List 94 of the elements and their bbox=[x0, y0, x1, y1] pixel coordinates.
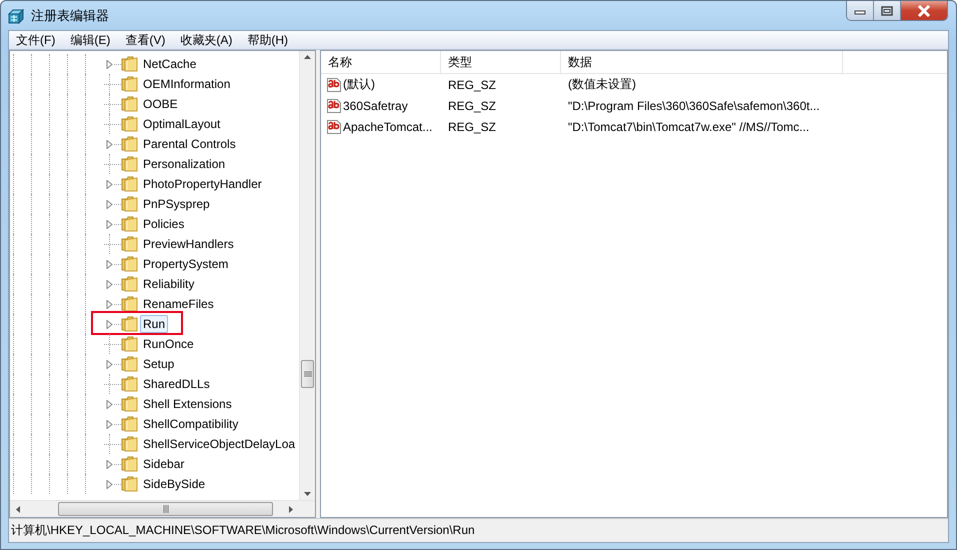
window-title: 注册表编辑器 bbox=[31, 6, 109, 24]
string-value-icon bbox=[326, 98, 342, 114]
maximize-button[interactable] bbox=[874, 1, 901, 20]
scroll-left-icon[interactable] bbox=[15, 504, 21, 514]
value-data: "D:\Tomcat7\bin\Tomcat7w.exe" //MS//Tomc... bbox=[567, 120, 810, 134]
vertical-scrollbar[interactable] bbox=[299, 51, 315, 500]
folder-icon bbox=[121, 336, 138, 352]
folder-icon bbox=[121, 116, 138, 132]
folder-icon bbox=[121, 256, 138, 272]
menu-item[interactable]: 收藏夹(A) bbox=[180, 32, 232, 48]
folder-icon bbox=[121, 456, 138, 472]
expand-arrow-icon[interactable] bbox=[106, 60, 113, 68]
folder-icon bbox=[121, 136, 138, 152]
tree-item[interactable]: RenameFiles bbox=[140, 295, 217, 313]
tree-item[interactable]: NetCache bbox=[140, 55, 200, 73]
tree-item[interactable]: SharedDLLs bbox=[140, 375, 213, 393]
folder-icon bbox=[121, 376, 138, 392]
expand-arrow-icon[interactable] bbox=[106, 280, 113, 288]
tree-item[interactable]: Setup bbox=[140, 355, 178, 373]
expand-arrow-icon[interactable] bbox=[106, 200, 113, 208]
scroll-right-icon[interactable] bbox=[288, 504, 294, 514]
value-data: (数值未设置) bbox=[567, 76, 636, 93]
folder-icon bbox=[121, 196, 138, 212]
scroll-down-icon[interactable] bbox=[303, 491, 312, 497]
string-value-icon bbox=[326, 118, 342, 134]
status-bar: 计算机\HKEY_LOCAL_MACHINE\SOFTWARE\Microsoft\Windows\CurrentVersion\Run bbox=[9, 518, 948, 542]
folder-icon bbox=[121, 176, 138, 192]
folder-icon bbox=[121, 56, 138, 72]
maximize-icon bbox=[881, 6, 893, 16]
expand-arrow-icon[interactable] bbox=[106, 300, 113, 308]
horizontal-scrollbar[interactable] bbox=[10, 500, 315, 517]
expand-arrow-icon[interactable] bbox=[106, 320, 113, 328]
close-button[interactable] bbox=[901, 1, 947, 20]
folder-icon bbox=[121, 476, 138, 492]
tree-item[interactable]: Parental Controls bbox=[140, 135, 239, 153]
expand-arrow-icon[interactable] bbox=[106, 360, 113, 368]
value-name[interactable]: 360Safetray bbox=[343, 98, 408, 112]
tree-item[interactable]: ShellServiceObjectDelayLoa bbox=[140, 435, 298, 453]
folder-icon bbox=[121, 356, 138, 372]
value-type: REG_SZ bbox=[447, 78, 498, 92]
tree-item[interactable]: Sidebar bbox=[140, 455, 188, 473]
folder-icon bbox=[121, 276, 138, 292]
minimize-button[interactable] bbox=[847, 1, 874, 20]
tree-item[interactable]: OptimalLayout bbox=[140, 115, 224, 133]
grip-icon[interactable] bbox=[304, 370, 312, 378]
tree-item[interactable]: Personalization bbox=[140, 155, 228, 173]
menu-item[interactable]: 帮助(H) bbox=[247, 32, 288, 48]
menu-item[interactable]: 查看(V) bbox=[125, 32, 166, 48]
tree-item[interactable]: Run bbox=[140, 315, 168, 333]
expand-arrow-icon[interactable] bbox=[106, 420, 113, 428]
expand-arrow-icon[interactable] bbox=[106, 460, 113, 468]
tree-item[interactable]: ShellCompatibility bbox=[140, 415, 242, 433]
scroll-up-icon[interactable] bbox=[303, 54, 312, 60]
expand-arrow-icon[interactable] bbox=[106, 220, 113, 228]
registry-icon bbox=[7, 6, 25, 24]
folder-icon bbox=[121, 436, 138, 452]
column-header[interactable]: 类型 bbox=[441, 51, 561, 73]
close-icon bbox=[917, 4, 931, 16]
folder-icon bbox=[121, 156, 138, 172]
menu-item[interactable]: 文件(F) bbox=[16, 32, 56, 48]
tree-item[interactable]: PreviewHandlers bbox=[140, 235, 237, 253]
expand-arrow-icon[interactable] bbox=[106, 400, 113, 408]
folder-icon bbox=[121, 416, 138, 432]
folder-icon bbox=[121, 316, 138, 332]
expand-arrow-icon[interactable] bbox=[106, 480, 113, 488]
tree-item[interactable]: Shell Extensions bbox=[140, 395, 235, 413]
tree-item[interactable]: OEMInformation bbox=[140, 75, 234, 93]
tree-item[interactable]: Policies bbox=[140, 215, 188, 233]
folder-icon bbox=[121, 76, 138, 92]
column-header[interactable]: 名称 bbox=[321, 51, 441, 73]
value-type: REG_SZ bbox=[447, 98, 498, 112]
folder-icon bbox=[121, 396, 138, 412]
expand-arrow-icon[interactable] bbox=[106, 260, 113, 268]
value-data: "D:\Program Files\360\360Safe\safemon\360t... bbox=[567, 98, 820, 112]
value-name[interactable]: (默认) bbox=[343, 76, 375, 93]
string-value-icon bbox=[326, 76, 342, 92]
expand-arrow-icon[interactable] bbox=[106, 140, 113, 148]
folder-icon bbox=[121, 236, 138, 252]
tree-item[interactable]: PhotoPropertyHandler bbox=[140, 175, 265, 193]
tree-item[interactable]: PnPSysprep bbox=[140, 195, 213, 213]
tree-item[interactable]: Reliability bbox=[140, 275, 198, 293]
value-type: REG_SZ bbox=[447, 120, 498, 134]
menu-item[interactable]: 编辑(E) bbox=[70, 32, 110, 48]
tree-item[interactable]: PropertySystem bbox=[140, 255, 232, 273]
expand-arrow-icon[interactable] bbox=[106, 180, 113, 188]
tree-item[interactable]: OOBE bbox=[140, 95, 181, 113]
folder-icon bbox=[121, 96, 138, 112]
folder-icon bbox=[121, 216, 138, 232]
folder-icon bbox=[121, 296, 138, 312]
tree-item[interactable]: RunOnce bbox=[140, 335, 197, 353]
grip-icon[interactable] bbox=[162, 505, 170, 513]
tree-item[interactable]: SideBySide bbox=[140, 475, 208, 493]
column-header[interactable]: 数据 bbox=[561, 51, 843, 73]
value-name[interactable]: ApacheTomcat... bbox=[343, 120, 432, 134]
